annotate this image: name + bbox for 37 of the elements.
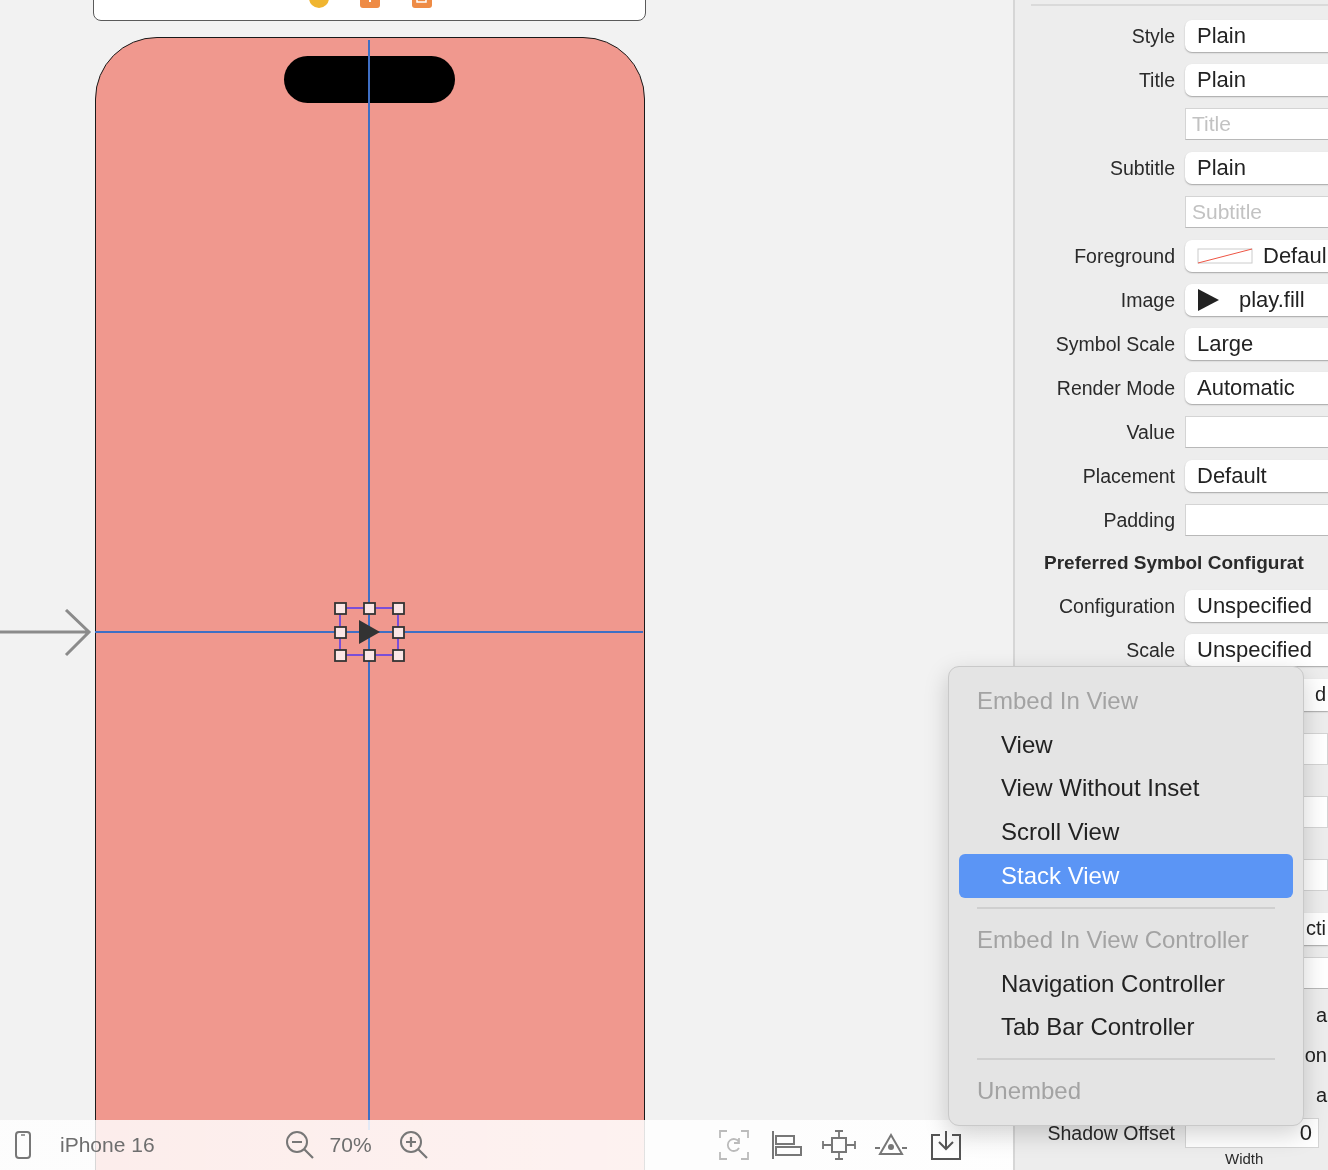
field-label: Placement [1081, 464, 1175, 488]
menu-item[interactable]: Scroll View [959, 810, 1293, 855]
field-label: Foreground [1073, 244, 1175, 268]
field-label: Scale [1125, 638, 1175, 662]
menu-item[interactable]: Tab Bar Controller [959, 1005, 1293, 1050]
menu-section-header: Embed In View Controller [976, 924, 1249, 955]
popup-button[interactable]: Automatic [1185, 372, 1328, 404]
popup-button[interactable]: Plain [1185, 152, 1328, 184]
menu-item[interactable]: Navigation Controller [959, 961, 1293, 1006]
field-label: Style [1130, 24, 1175, 48]
section-heading: Preferred Symbol Configurat [1043, 552, 1304, 574]
popup-button[interactable]: Default [1185, 460, 1328, 492]
field-label: Padding [1102, 508, 1175, 532]
field-label: Value [1125, 420, 1175, 444]
field-label: Configuration [1058, 594, 1175, 618]
menu-item[interactable]: View [959, 722, 1293, 767]
popup-button[interactable]: Large [1185, 328, 1328, 360]
option-text: a [1315, 1083, 1328, 1107]
option-text: a [1315, 1003, 1328, 1027]
field-label: Render Mode [1055, 376, 1175, 400]
menu-section-header: Embed In View [976, 685, 1138, 716]
field-label: Shadow Offset [1046, 1121, 1175, 1145]
field-label: Subtitle [1108, 156, 1175, 180]
field-label: Title [1137, 68, 1175, 92]
field-label: Symbol Scale [1054, 332, 1175, 356]
image-popup-button[interactable]: play.fill [1185, 284, 1328, 316]
popup-button[interactable]: Plain [1185, 20, 1328, 52]
popup-button[interactable]: Unspecified [1185, 590, 1328, 622]
menu-item[interactable]: View Without Inset [959, 766, 1293, 811]
color-popup-button[interactable]: Defaul [1185, 240, 1328, 272]
field-label: Image [1119, 288, 1175, 312]
popup-button[interactable]: Plain [1185, 64, 1328, 96]
device-name[interactable]: iPhone 16 [60, 1133, 155, 1157]
zoom-level: 70% [329, 1133, 372, 1157]
option-text: on [1304, 1043, 1328, 1067]
popup-button[interactable]: Unspecified [1185, 634, 1328, 666]
field-caption: Width [1224, 1151, 1264, 1167]
